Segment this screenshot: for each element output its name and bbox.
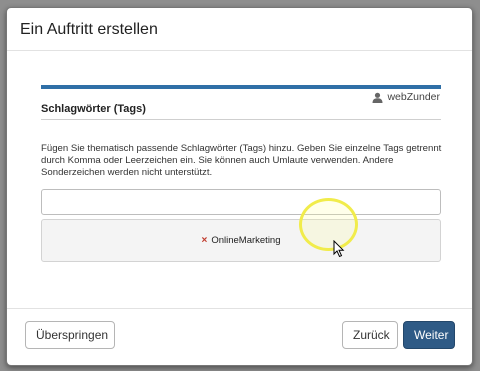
- tag-chip[interactable]: × OnlineMarketing: [201, 235, 280, 246]
- skip-button[interactable]: Überspringen: [25, 321, 115, 349]
- back-button[interactable]: Zurück: [342, 321, 398, 349]
- dialog-header: Ein Auftritt erstellen: [7, 8, 472, 51]
- section-description: Fügen Sie thematisch passende Schlagwört…: [41, 143, 442, 178]
- author-name: webZunder: [387, 91, 440, 103]
- user-icon: [372, 92, 383, 103]
- dialog-body: webZunder Schlagwörter (Tags) Fügen Sie …: [7, 51, 472, 309]
- close-icon[interactable]: ×: [201, 235, 207, 246]
- section-title: Schlagwörter (Tags): [41, 103, 146, 115]
- tag-list: × OnlineMarketing: [41, 219, 441, 262]
- dialog-footer: Überspringen Zurück Weiter: [7, 309, 472, 365]
- divider: [41, 119, 441, 120]
- next-button[interactable]: Weiter: [403, 321, 455, 349]
- create-appearance-dialog: Ein Auftritt erstellen webZunder Schlagw…: [6, 7, 473, 366]
- progress-bar: [41, 85, 441, 89]
- author-label: webZunder: [372, 91, 440, 103]
- tags-input[interactable]: [41, 189, 441, 215]
- dialog-title: Ein Auftritt erstellen: [20, 21, 158, 38]
- tag-label: OnlineMarketing: [211, 235, 281, 246]
